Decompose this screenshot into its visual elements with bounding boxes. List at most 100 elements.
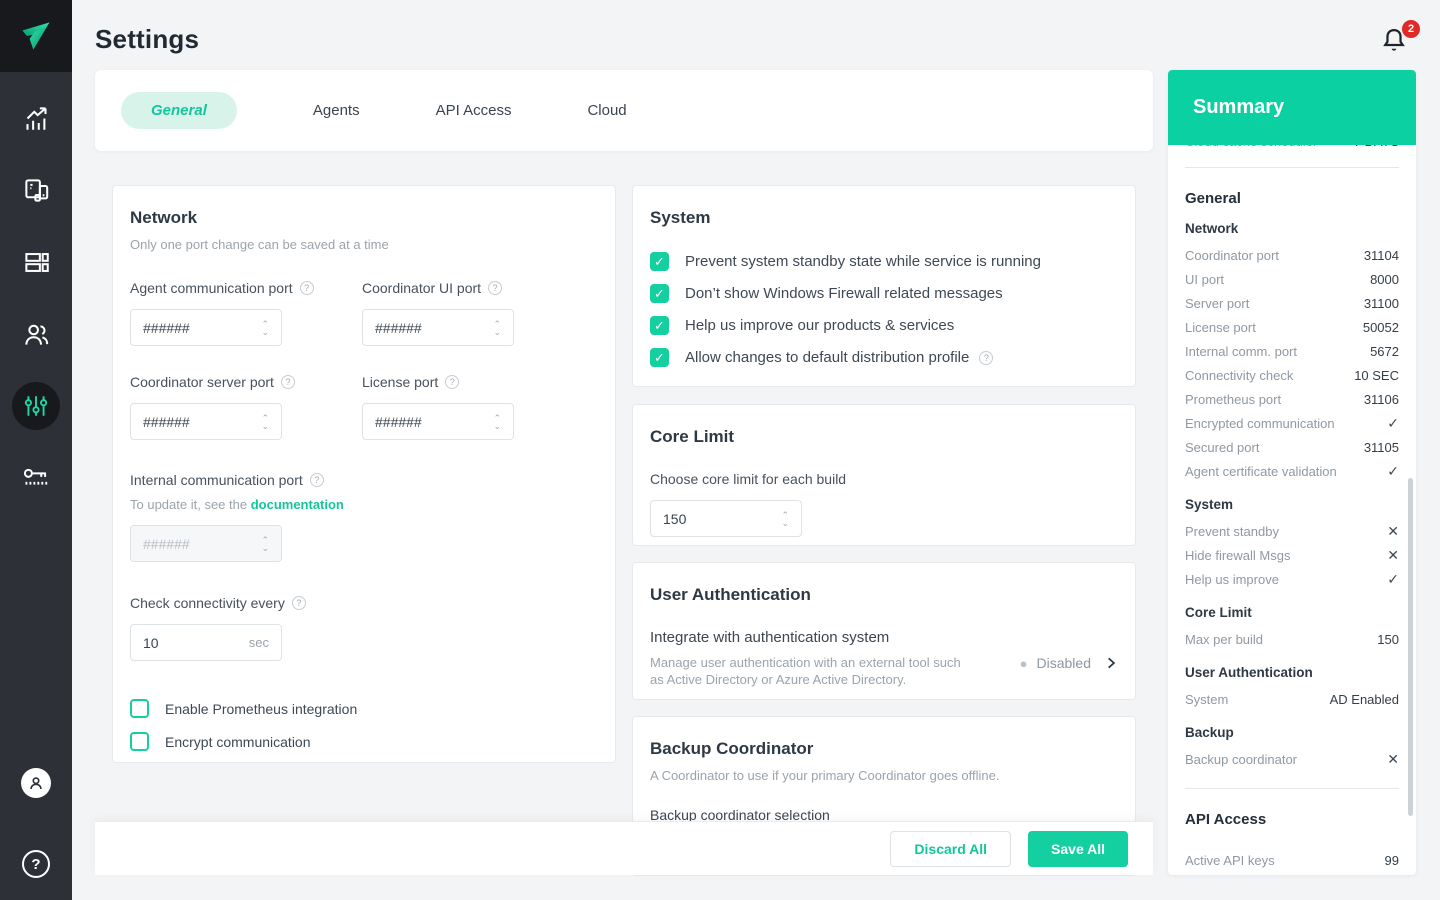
connectivity-value: 10 bbox=[143, 634, 159, 651]
stepper-arrows[interactable]: ⌃ ⌄ bbox=[261, 413, 269, 430]
documentation-link[interactable]: documentation bbox=[251, 497, 344, 512]
checkbox-unchecked[interactable] bbox=[130, 699, 149, 718]
checkbox-checked[interactable]: ✓ bbox=[650, 316, 669, 335]
help-icon[interactable]: ? bbox=[291, 596, 306, 610]
summary-system-heading: System bbox=[1185, 497, 1234, 512]
system-checkbox-row[interactable]: ✓ Don’t show Windows Firewall related me… bbox=[650, 284, 1118, 303]
stepper-arrows[interactable]: ⌃ ⌄ bbox=[781, 510, 789, 527]
help-icon[interactable]: ? bbox=[309, 473, 324, 487]
ui-port-field: Coordinator UI port? ###### ⌃ ⌄ bbox=[362, 280, 598, 346]
stepper-arrows[interactable]: ⌃ ⌄ bbox=[493, 319, 501, 336]
encrypt-checkbox-row[interactable]: Encrypt communication bbox=[130, 732, 598, 751]
checkbox-checked[interactable]: ✓ bbox=[650, 284, 669, 303]
save-all-button[interactable]: Save All bbox=[1028, 830, 1128, 867]
sidebar-bottom: ? bbox=[0, 768, 72, 900]
system-checkbox-row[interactable]: ✓ Allow changes to default distribution … bbox=[650, 348, 1118, 367]
tab-cloud[interactable]: Cloud bbox=[587, 102, 626, 119]
app-logo bbox=[0, 0, 72, 72]
notification-badge: 2 bbox=[1402, 20, 1420, 38]
core-limit-title: Core Limit bbox=[650, 427, 735, 446]
settings-page: ? Settings 2 General Agents API Access C… bbox=[0, 0, 1440, 900]
active-item-highlight bbox=[12, 382, 60, 430]
sidebar: ? bbox=[0, 0, 72, 900]
system-panel: System ✓ Prevent system standby state wh… bbox=[632, 185, 1136, 387]
sidebar-item-settings[interactable] bbox=[0, 370, 72, 442]
checkbox-checked[interactable]: ✓ bbox=[650, 348, 669, 367]
summary-row: Max per build 150 bbox=[1185, 631, 1399, 647]
connectivity-field: Check connectivity every? 10 sec bbox=[130, 595, 598, 661]
sidebar-item-analytics[interactable] bbox=[0, 82, 72, 154]
core-limit-value: 150 bbox=[663, 510, 687, 527]
system-item-label: Don’t show Windows Firewall related mess… bbox=[685, 285, 1003, 302]
tab-general[interactable]: General bbox=[121, 92, 237, 129]
builds-icon bbox=[24, 252, 49, 272]
summary-panel: Summary Cloud cache scheduler 7 DAYS Gen… bbox=[1168, 70, 1416, 875]
notifications-button[interactable]: 2 bbox=[1380, 20, 1420, 62]
settings-sliders-icon bbox=[24, 396, 48, 416]
sidebar-item-account[interactable] bbox=[0, 768, 72, 826]
core-limit-panel: Core Limit Choose core limit for each bu… bbox=[632, 404, 1136, 546]
encrypt-checkbox-label: Encrypt communication bbox=[165, 733, 311, 750]
help-icon[interactable]: ? bbox=[445, 375, 460, 389]
system-item-label: Help us improve our products & services bbox=[685, 317, 955, 334]
user-avatar-icon bbox=[30, 777, 42, 790]
summary-header: Summary bbox=[1168, 70, 1416, 145]
network-title: Network bbox=[130, 208, 198, 227]
page-title: Settings bbox=[95, 24, 200, 54]
tab-api-access[interactable]: API Access bbox=[436, 102, 512, 119]
core-limit-input[interactable]: 150 ⌃ ⌄ bbox=[650, 500, 802, 537]
cross-icon: ✕ bbox=[1387, 546, 1399, 563]
connectivity-label: Check connectivity every bbox=[130, 595, 285, 611]
discard-all-button[interactable]: Discard All bbox=[890, 830, 1012, 867]
network-subtitle: Only one port change can be saved at a t… bbox=[130, 237, 389, 252]
tab-agents[interactable]: Agents bbox=[313, 102, 360, 119]
internal-port-value: ###### bbox=[143, 535, 190, 552]
summary-backup-heading: Backup bbox=[1185, 725, 1234, 740]
system-checkbox-row[interactable]: ✓ Prevent system standby state while ser… bbox=[650, 252, 1118, 271]
summary-title: Summary bbox=[1193, 96, 1285, 118]
summary-row: Encrypted communication ✓ bbox=[1185, 414, 1399, 431]
internal-port-input: ###### ⌃ ⌄ bbox=[130, 525, 282, 562]
sidebar-item-builds[interactable] bbox=[0, 226, 72, 298]
stepper-arrows[interactable]: ⌃ ⌄ bbox=[493, 413, 501, 430]
chevron-down-icon: ⌄ bbox=[261, 326, 269, 337]
help-icon[interactable]: ? bbox=[979, 350, 994, 365]
checkbox-unchecked[interactable] bbox=[130, 732, 149, 751]
help-icon[interactable]: ? bbox=[488, 281, 503, 295]
stepper-arrows[interactable]: ⌃ ⌄ bbox=[261, 319, 269, 337]
help-icon[interactable]: ? bbox=[280, 375, 295, 389]
summary-row: Coordinator port 31104 bbox=[1185, 247, 1399, 263]
ui-port-input[interactable]: ###### ⌃ ⌄ bbox=[362, 309, 514, 346]
summary-network-heading: Network bbox=[1185, 221, 1239, 236]
summary-row: Prevent standby ✕ bbox=[1185, 522, 1399, 539]
auth-status-control[interactable]: ● Disabled bbox=[1020, 655, 1118, 671]
agent-port-field: Agent communication port? ###### ⌃ ⌄ bbox=[130, 280, 362, 346]
connectivity-input[interactable]: 10 sec bbox=[130, 624, 282, 661]
sidebar-item-users[interactable] bbox=[0, 298, 72, 370]
checkbox-checked[interactable]: ✓ bbox=[650, 252, 669, 271]
summary-divider bbox=[1185, 167, 1399, 168]
summary-row: Secured port 31105 bbox=[1185, 439, 1399, 455]
license-port-input[interactable]: ###### ⌃ ⌄ bbox=[362, 403, 514, 440]
users-icon bbox=[24, 324, 48, 345]
prometheus-checkbox-row[interactable]: Enable Prometheus integration bbox=[130, 699, 598, 718]
sidebar-item-license[interactable] bbox=[0, 442, 72, 514]
agent-port-input[interactable]: ###### ⌃ ⌄ bbox=[130, 309, 282, 346]
auth-status-text: Disabled bbox=[1036, 655, 1091, 671]
summary-auth-heading: User Authentication bbox=[1185, 665, 1313, 680]
avatar bbox=[21, 768, 51, 798]
help-icon[interactable]: ? bbox=[299, 281, 314, 295]
user-auth-title: User Authentication bbox=[650, 585, 811, 604]
internal-port-label: Internal communication port bbox=[130, 472, 303, 488]
summary-general-heading: General bbox=[1185, 190, 1241, 207]
summary-divider bbox=[1185, 788, 1399, 789]
system-checkbox-row[interactable]: ✓ Help us improve our products & service… bbox=[650, 316, 1118, 335]
agent-port-label: Agent communication port bbox=[130, 280, 293, 296]
sidebar-item-agents[interactable] bbox=[0, 154, 72, 226]
stepper-arrows: ⌃ ⌄ bbox=[261, 535, 269, 552]
summary-row: Internal comm. port 5672 bbox=[1185, 343, 1399, 359]
license-port-field: License port? ###### ⌃ ⌄ bbox=[362, 374, 598, 440]
backup-subtitle: A Coordinator to use if your primary Coo… bbox=[650, 768, 1000, 783]
sidebar-item-help[interactable]: ? bbox=[0, 850, 72, 878]
server-port-input[interactable]: ###### ⌃ ⌄ bbox=[130, 403, 282, 440]
